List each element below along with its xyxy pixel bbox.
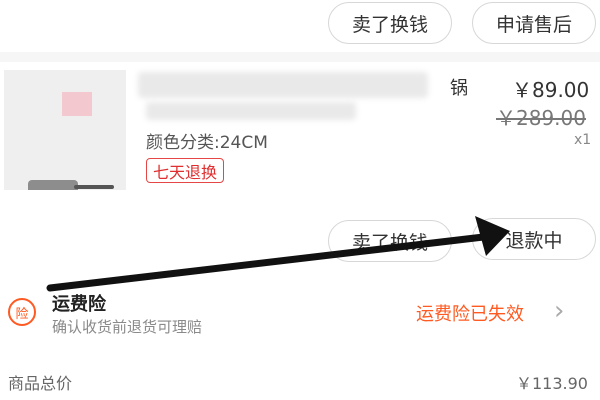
product-original-price: ￥289.00 xyxy=(496,106,586,130)
insurance-title: 运费险 xyxy=(52,294,106,315)
seven-day-return-badge: 七天退换 xyxy=(146,158,225,183)
product-title-blurred xyxy=(138,72,428,98)
insurance-status[interactable]: 运费险已失效 xyxy=(416,300,524,326)
chevron-right-icon: › xyxy=(554,296,565,326)
sell-button-item[interactable]: 卖了换钱 xyxy=(328,220,452,262)
refunding-button[interactable]: 退款中 xyxy=(472,218,596,260)
insurance-icon: 险 xyxy=(8,298,36,326)
apply-after-sale-button[interactable]: 申请售后 xyxy=(472,2,596,44)
product-title-blurred-line2 xyxy=(146,102,356,120)
subtotal-label: 商品总价 xyxy=(8,374,73,393)
sell-button-top[interactable]: 卖了换钱 xyxy=(328,2,452,44)
thumbnail-blur-block xyxy=(62,92,92,116)
product-quantity: x1 xyxy=(574,132,592,148)
product-price: ￥89.00 xyxy=(512,78,590,102)
product-thumbnail[interactable] xyxy=(4,70,126,190)
product-title-fragment[interactable]: 锅 xyxy=(450,74,468,100)
pan-icon xyxy=(28,180,114,190)
product-spec: 颜色分类:24CM xyxy=(146,133,268,153)
order-summary-row xyxy=(0,344,600,400)
insurance-subtitle: 确认收货前退货可理赔 xyxy=(52,318,203,336)
subtotal-value: ￥113.90 xyxy=(516,374,588,393)
